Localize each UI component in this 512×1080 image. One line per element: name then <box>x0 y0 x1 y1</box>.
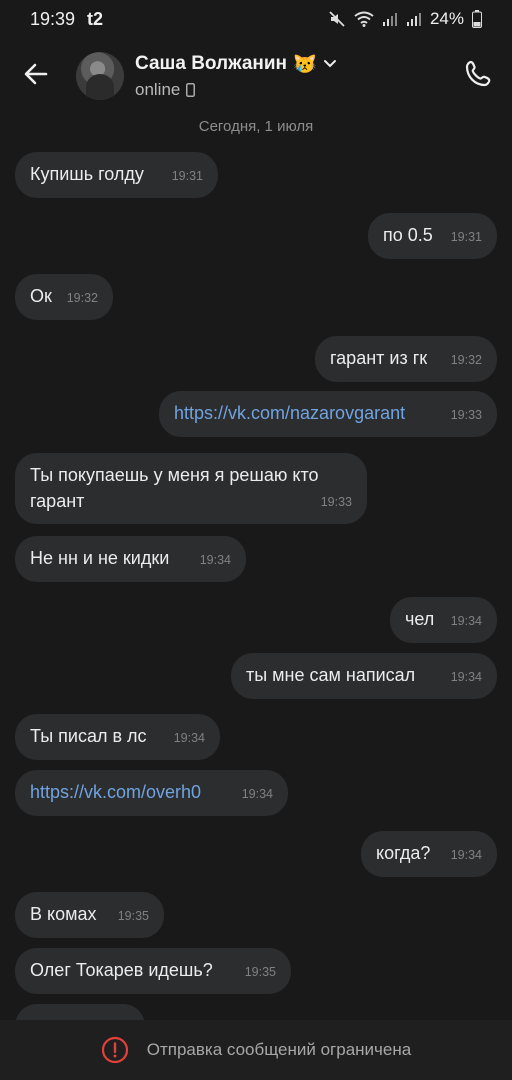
message-text: Ты покупаешь у меня я решаю кто <box>30 465 319 485</box>
message-text: Ты писал в лс <box>30 726 147 746</box>
message-time: 19:32 <box>450 353 482 367</box>
message-time: 19:33 <box>450 408 482 422</box>
message-bubble[interactable]: https://vk.com/overh0 19:34 <box>15 770 288 816</box>
chevron-down-icon[interactable] <box>323 59 337 69</box>
message-bubble-partial[interactable] <box>15 1004 145 1020</box>
message-text: Купишь голду <box>30 164 144 184</box>
date-separator: Сегодня, 1 июля <box>198 118 314 135</box>
message-bubble[interactable]: гарант из гк 19:32 <box>315 336 497 382</box>
message-bubble[interactable]: чел 19:34 <box>390 597 497 643</box>
message-time: 19:32 <box>66 291 98 305</box>
message-time: 19:34 <box>199 553 231 567</box>
message-text: гарант из гк <box>330 348 428 368</box>
message-list[interactable]: Купишь голду 19:31 по 0.5 19:31 Ок 19:32 гаран… <box>0 0 512 1020</box>
message-time: 19:35 <box>117 909 149 923</box>
message-bubble[interactable]: ты мне сам написал 19:34 <box>231 653 497 699</box>
message-time: 19:34 <box>450 614 482 628</box>
message-bubble[interactable]: Не нн и не кидки 19:34 <box>15 536 246 582</box>
message-text: Не нн и не кидки <box>30 548 170 568</box>
message-bubble[interactable]: когда? 19:34 <box>361 831 497 877</box>
phone-call-icon[interactable] <box>462 58 494 90</box>
message-text: по 0.5 <box>383 225 433 245</box>
message-text: В комах <box>30 904 97 924</box>
message-bubble[interactable]: Олег Токарев идешь? 19:35 <box>15 948 291 994</box>
warning-icon <box>101 1036 128 1064</box>
message-time: 19:34 <box>173 731 205 745</box>
back-arrow-icon[interactable] <box>20 58 52 90</box>
message-text: когда? <box>376 843 431 863</box>
message-time: 19:31 <box>450 230 482 244</box>
message-text: чел <box>405 609 435 629</box>
message-bubble[interactable]: по 0.5 19:31 <box>368 213 497 259</box>
message-time: 19:33 <box>320 495 352 509</box>
message-bubble[interactable]: Купишь голду 19:31 <box>15 152 218 198</box>
contact-name[interactable]: Саша Волжанин 😿 <box>135 52 337 76</box>
message-text: ты мне сам написал <box>246 665 416 685</box>
message-time: 19:35 <box>244 965 276 979</box>
message-bubble[interactable]: Ок 19:32 <box>15 274 113 320</box>
message-text: Ок <box>30 286 52 306</box>
message-bubble[interactable]: https://vk.com/nazarovgarant 19:33 <box>159 391 497 437</box>
message-bubble[interactable]: Ты писал в лс 19:34 <box>15 714 220 760</box>
restriction-notice: Отправка сообщений ограничена <box>146 1040 412 1059</box>
message-time: 19:34 <box>241 787 273 801</box>
contact-status: online <box>135 80 196 100</box>
online-status-label: online <box>135 80 181 99</box>
message-bubble[interactable]: В комах 19:35 <box>15 892 164 938</box>
contact-emoji: 😿 <box>293 54 317 75</box>
message-bubble[interactable]: Ты покупаешь у меня я решаю кто гарант 19:… <box>15 453 367 524</box>
message-link[interactable]: https://vk.com/overh0 <box>30 779 201 806</box>
chat-header: Саша Волжанин 😿 online <box>0 38 512 112</box>
mobile-device-icon <box>186 83 196 97</box>
avatar[interactable] <box>76 52 124 100</box>
contact-name-label: Саша Волжанин <box>135 53 288 74</box>
message-link[interactable]: https://vk.com/nazarovgarant <box>174 400 405 427</box>
message-time: 19:34 <box>450 848 482 862</box>
message-time: 19:31 <box>171 169 203 183</box>
message-text-line2: гарант <box>30 491 85 511</box>
messaging-restricted-bar: Отправка сообщений ограничена <box>0 1020 512 1080</box>
message-text: Олег Токарев идешь? <box>30 960 213 980</box>
message-time: 19:34 <box>450 670 482 684</box>
